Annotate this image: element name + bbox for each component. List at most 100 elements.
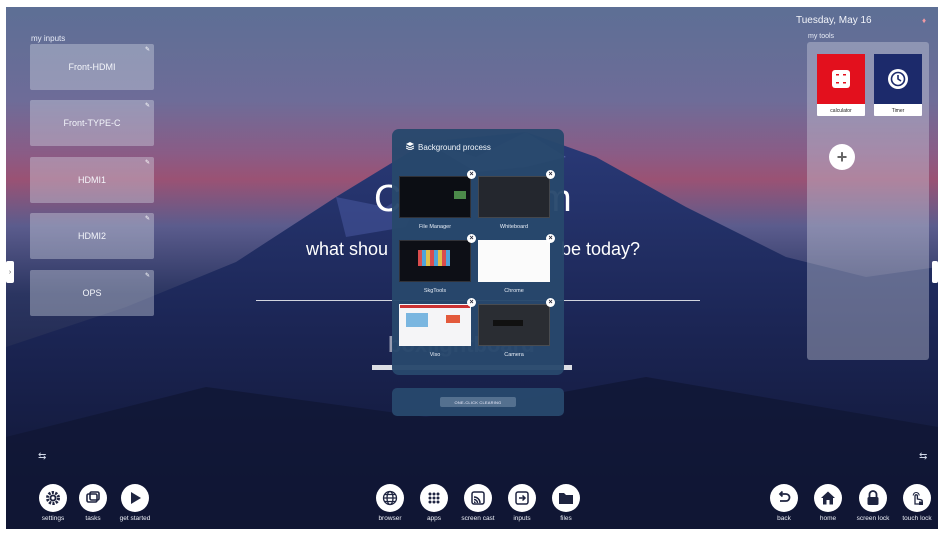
task-card[interactable]: × Camera [478,298,555,358]
input-label: OPS [82,288,102,298]
close-task-icon[interactable]: × [546,234,555,243]
layers-icon [405,142,415,152]
swap-arrows-icon[interactable]: ⇆ [38,451,46,462]
task-thumbnail [399,176,471,218]
dock-back-button[interactable]: back [764,484,804,522]
task-thumbnail [478,176,550,218]
dock-label: browser [378,515,402,522]
dock-inputs-button[interactable]: inputs [502,484,542,522]
task-thumbnail [478,304,550,346]
dock-home-button[interactable]: home [808,484,848,522]
dock-get-started-button[interactable]: get started [115,484,155,522]
task-name: File Manager [418,224,452,230]
close-task-icon[interactable]: × [467,298,476,307]
task-card[interactable]: × Chrome [478,234,555,294]
question-right: be today? [561,239,641,259]
close-task-icon[interactable]: × [546,298,555,307]
input-ops[interactable]: OPS ✎ [30,270,154,316]
input-front-hdmi[interactable]: Front-HDMI ✎ [30,44,154,90]
task-card[interactable]: × Viso [399,298,476,358]
desktop-screen: my inputs Front-HDMI ✎ Front-TYPE-C ✎ HDMI… [6,7,938,529]
tool-label: calculator [830,108,852,114]
background-process-panel: Background process × File Manager × Whit… [392,129,564,375]
input-label: HDMI1 [77,175,106,185]
my-tools-title: my tools [808,33,835,40]
play-icon [121,484,149,512]
dock-screen-lock-button[interactable]: screen lock [853,484,893,522]
tasks-icon [79,484,107,512]
task-card[interactable]: × Whiteboard [478,170,555,230]
gear-icon [39,484,67,512]
tool-calculator[interactable]: calculator [817,54,865,116]
panel-title-text: Background process [418,142,491,152]
task-name: Viso [429,352,441,358]
question-left: what shou [306,239,389,259]
apps-grid-icon [420,484,448,512]
input-label: Front-HDMI [68,62,116,72]
task-thumbnail [478,240,550,282]
edit-icon[interactable]: ✎ [145,215,150,222]
task-name: Camera [504,352,524,358]
close-task-icon[interactable]: × [467,170,476,179]
dock-browser-button[interactable]: browser [370,484,410,522]
task-thumbnail [399,304,471,346]
panel-title: Background process [405,142,491,152]
input-hdmi2[interactable]: HDMI2 ✎ [30,213,154,259]
dock-label: get started [119,515,151,522]
edit-icon[interactable]: ✎ [145,102,150,109]
edit-icon[interactable]: ✎ [145,272,150,279]
add-tool-button[interactable]: + [829,144,855,170]
clearing-bar: ONE-CLICK CLEARING [392,388,564,416]
dock-tasks-button[interactable]: tasks [73,484,113,522]
folder-icon [552,484,580,512]
dock-label: files [560,515,572,522]
input-hdmi1[interactable]: HDMI1 ✎ [30,157,154,203]
dock-label: apps [426,515,442,522]
lock-icon [859,484,887,512]
one-click-clearing-button[interactable]: ONE-CLICK CLEARING [440,397,516,407]
tool-timer[interactable]: Timer [874,54,922,116]
globe-icon [376,484,404,512]
dock-touch-lock-button[interactable]: touch lock [897,484,937,522]
dock-label: back [777,515,791,522]
task-card[interactable]: × File Manager [399,170,476,230]
right-edge-tab[interactable] [932,261,938,283]
timer-icon [874,54,922,104]
dock-label: home [819,515,837,522]
notification-icon[interactable]: ♦ [922,16,926,25]
close-task-icon[interactable]: × [546,170,555,179]
dock-label: screen lock [856,515,890,522]
task-thumbnail [399,240,471,282]
cast-icon [464,484,492,512]
input-label: HDMI2 [77,231,106,241]
input-icon [508,484,536,512]
dock-label: tasks [85,515,101,522]
tools-panel: calculator Timer + [807,42,929,360]
dock-files-button[interactable]: files [546,484,586,522]
dock-label: inputs [513,515,531,522]
swap-arrows-icon[interactable]: ⇆ [919,451,927,462]
task-card[interactable]: × SkgTools [399,234,476,294]
dock-label: touch lock [902,515,932,522]
touch-lock-icon [903,484,931,512]
dock-screen-cast-button[interactable]: screen cast [458,484,498,522]
input-front-type-c[interactable]: Front-TYPE-C ✎ [30,100,154,146]
dock-label: settings [41,515,65,522]
close-task-icon[interactable]: × [467,234,476,243]
calculator-icon [817,54,865,104]
edit-icon[interactable]: ✎ [145,159,150,166]
my-inputs-title: my inputs [31,34,66,43]
back-icon [770,484,798,512]
edit-icon[interactable]: ✎ [145,46,150,53]
input-label: Front-TYPE-C [63,118,121,128]
tool-label: Timer [891,108,905,114]
dock-label: screen cast [461,515,495,522]
task-name: Whiteboard [499,224,529,230]
dock-settings-button[interactable]: settings [33,484,73,522]
task-name: Chrome [504,288,524,294]
dock-apps-button[interactable]: apps [414,484,454,522]
date-display: Tuesday, May 16 [796,15,872,26]
task-name: SkgTools [423,288,447,294]
home-icon [814,484,842,512]
left-edge-tab[interactable]: › [6,261,14,283]
